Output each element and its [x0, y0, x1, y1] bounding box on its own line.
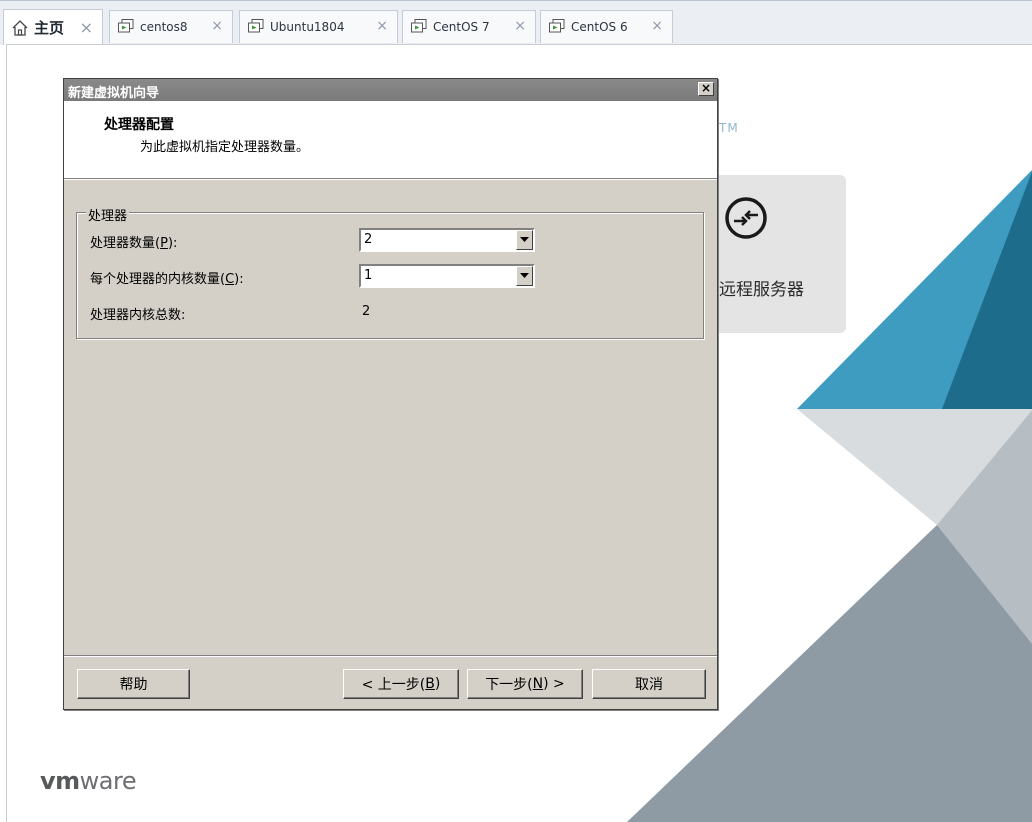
- close-icon: ×: [700, 81, 712, 95]
- chevron-down-icon[interactable]: [516, 266, 533, 286]
- tab-ubuntu1804[interactable]: Ubuntu1804 ×: [239, 10, 398, 43]
- tab-label: 主页: [34, 19, 65, 37]
- tab-home[interactable]: 主页 ×: [3, 9, 103, 45]
- tab-centos6[interactable]: CentOS 6 ×: [540, 10, 673, 43]
- remote-connect-icon: [723, 195, 769, 245]
- trademark-mark: TM: [719, 121, 739, 135]
- vm-icon: [410, 18, 428, 36]
- vmware-logo: vmware: [40, 767, 137, 795]
- wizard-step-title: 处理器配置: [104, 117, 174, 133]
- vm-icon: [117, 18, 135, 36]
- cores-per-processor-value: 1: [364, 268, 373, 283]
- wizard-step-subtitle: 为此虚拟机指定处理器数量。: [140, 140, 310, 155]
- processor-count-value: 2: [364, 232, 373, 247]
- chevron-down-icon[interactable]: [516, 230, 533, 250]
- vm-icon: [247, 18, 265, 36]
- cancel-button[interactable]: 取消: [592, 669, 706, 699]
- close-icon[interactable]: ×: [80, 18, 93, 37]
- processor-group-label: 处理器: [86, 205, 130, 224]
- tab-centos7[interactable]: CentOS 7 ×: [402, 10, 536, 43]
- tab-centos8[interactable]: centos8 ×: [109, 10, 233, 43]
- help-button[interactable]: 帮助: [77, 669, 190, 699]
- close-icon[interactable]: ×: [651, 18, 663, 34]
- processor-count-select[interactable]: 2: [359, 228, 535, 252]
- processor-count-label: 处理器数量(P):: [90, 236, 178, 251]
- close-icon[interactable]: ×: [376, 18, 388, 34]
- close-icon[interactable]: ×: [211, 18, 223, 34]
- tab-label: Ubuntu1804: [270, 20, 345, 34]
- dialog-titlebar[interactable]: 新建虚拟机向导 ×: [64, 79, 717, 101]
- next-button[interactable]: 下一步(N) >: [467, 669, 583, 699]
- back-button[interactable]: < 上一步(B): [343, 669, 459, 699]
- wizard-header: 处理器配置 为此虚拟机指定处理器数量。: [64, 101, 717, 179]
- total-cores-value: 2: [362, 304, 371, 319]
- home-icon: [11, 19, 29, 37]
- divider: [64, 179, 717, 180]
- divider: [64, 655, 717, 657]
- tab-label: CentOS 7: [433, 20, 490, 34]
- tab-label: CentOS 6: [571, 20, 628, 34]
- cores-per-processor-label: 每个处理器的内核数量(C):: [90, 272, 244, 287]
- dialog-title: 新建虚拟机向导: [68, 86, 160, 101]
- dialog-close-button[interactable]: ×: [698, 82, 714, 96]
- total-cores-label: 处理器内核总数:: [90, 308, 186, 323]
- close-icon[interactable]: ×: [514, 18, 526, 34]
- tab-bar: 主页 × centos8 × Ubuntu1804 × CentOS 7 × C…: [0, 0, 1032, 45]
- tab-label: centos8: [140, 20, 188, 34]
- vm-icon: [548, 18, 566, 36]
- cores-per-processor-select[interactable]: 1: [359, 264, 535, 288]
- new-vm-wizard-dialog: 新建虚拟机向导 × 处理器配置 为此虚拟机指定处理器数量。 处理器 处理器数量(…: [63, 78, 718, 710]
- remote-server-label: 远程服务器: [719, 280, 804, 300]
